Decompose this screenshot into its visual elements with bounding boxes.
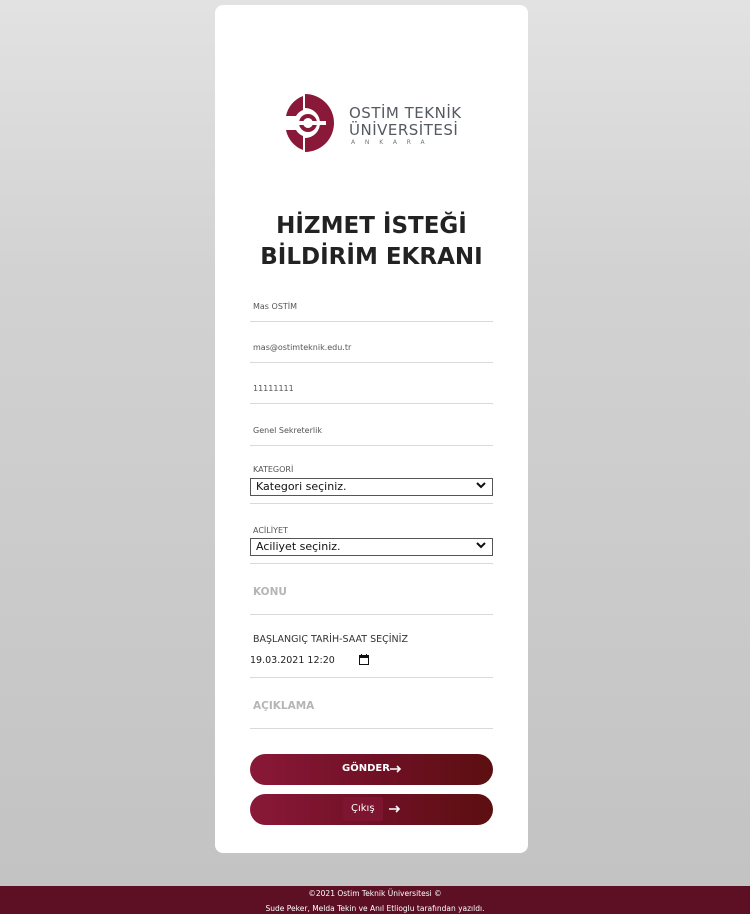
logo-text-line1: OSTİM TEKNİK bbox=[349, 104, 462, 122]
phone-field[interactable]: 11111111 bbox=[250, 373, 493, 404]
form-card: OSTİM TEKNİK ÜNİVERSİTESİ ANKARA HİZMET … bbox=[215, 5, 528, 853]
exit-button-label: Çıkış bbox=[351, 803, 375, 814]
datetime-label: BAŞLANGIÇ TARİH-SAAT SEÇİNİZ bbox=[253, 634, 408, 645]
arrow-right-icon bbox=[390, 765, 402, 773]
footer-authors: Sude Peker, Melda Tekin ve Anıl Etlioglu… bbox=[265, 904, 485, 913]
name-field[interactable]: Mas OSTİM bbox=[250, 291, 493, 322]
phone-value: 11111111 bbox=[253, 384, 294, 393]
page-title-line2: BİLDİRİM EKRANI bbox=[260, 244, 483, 270]
page-title-line1: HİZMET İSTEĞİ bbox=[276, 213, 467, 239]
chevron-down-icon bbox=[476, 482, 486, 489]
description-field[interactable]: AÇIKLAMA bbox=[250, 690, 493, 729]
department-value: Genel Sekreterlik bbox=[253, 426, 322, 435]
submit-button[interactable]: GÖNDER bbox=[250, 754, 493, 785]
datetime-field: BAŞLANGIÇ TARİH-SAAT SEÇİNİZ 19.03.2021 … bbox=[250, 629, 493, 678]
urgency-field: ACİLİYET Aciliyet seçiniz. bbox=[250, 521, 493, 564]
datetime-input[interactable]: 19.03.2021 12:20 bbox=[250, 655, 335, 666]
urgency-select[interactable]: Aciliyet seçiniz. bbox=[250, 538, 493, 556]
name-value: Mas OSTİM bbox=[253, 302, 298, 311]
urgency-selected: Aciliyet seçiniz. bbox=[256, 540, 341, 553]
logo-text-line2: ÜNİVERSİTESİ bbox=[349, 121, 459, 139]
footer: ©2021 Ostim Teknik Üniversitesi © Sude P… bbox=[0, 886, 750, 914]
university-logo: OSTİM TEKNİK ÜNİVERSİTESİ ANKARA bbox=[282, 90, 467, 156]
logo-mark-icon bbox=[282, 94, 334, 152]
submit-button-label: GÖNDER bbox=[342, 763, 390, 774]
subject-placeholder: KONU bbox=[253, 586, 287, 598]
email-field[interactable]: mas@ostimteknik.edu.tr bbox=[250, 332, 493, 363]
subject-field[interactable]: KONU bbox=[250, 576, 493, 615]
email-value: mas@ostimteknik.edu.tr bbox=[253, 343, 352, 352]
description-placeholder: AÇIKLAMA bbox=[253, 700, 315, 712]
calendar-icon[interactable] bbox=[359, 654, 369, 665]
department-field[interactable]: Genel Sekreterlik bbox=[250, 414, 493, 446]
category-label: KATEGORİ bbox=[253, 465, 294, 474]
page-title: HİZMET İSTEĞİ BİLDİRİM EKRANI bbox=[215, 211, 528, 273]
category-field: KATEGORİ Kategori seçiniz. bbox=[250, 460, 493, 504]
category-select[interactable]: Kategori seçiniz. bbox=[250, 478, 493, 496]
arrow-right-icon bbox=[389, 805, 401, 813]
chevron-down-icon bbox=[476, 542, 486, 549]
urgency-label: ACİLİYET bbox=[253, 526, 288, 535]
footer-copyright: ©2021 Ostim Teknik Üniversitesi © bbox=[308, 889, 442, 898]
exit-button[interactable]: Çıkış bbox=[250, 794, 493, 825]
logo-text-city: ANKARA bbox=[351, 139, 435, 146]
category-selected: Kategori seçiniz. bbox=[256, 480, 347, 493]
